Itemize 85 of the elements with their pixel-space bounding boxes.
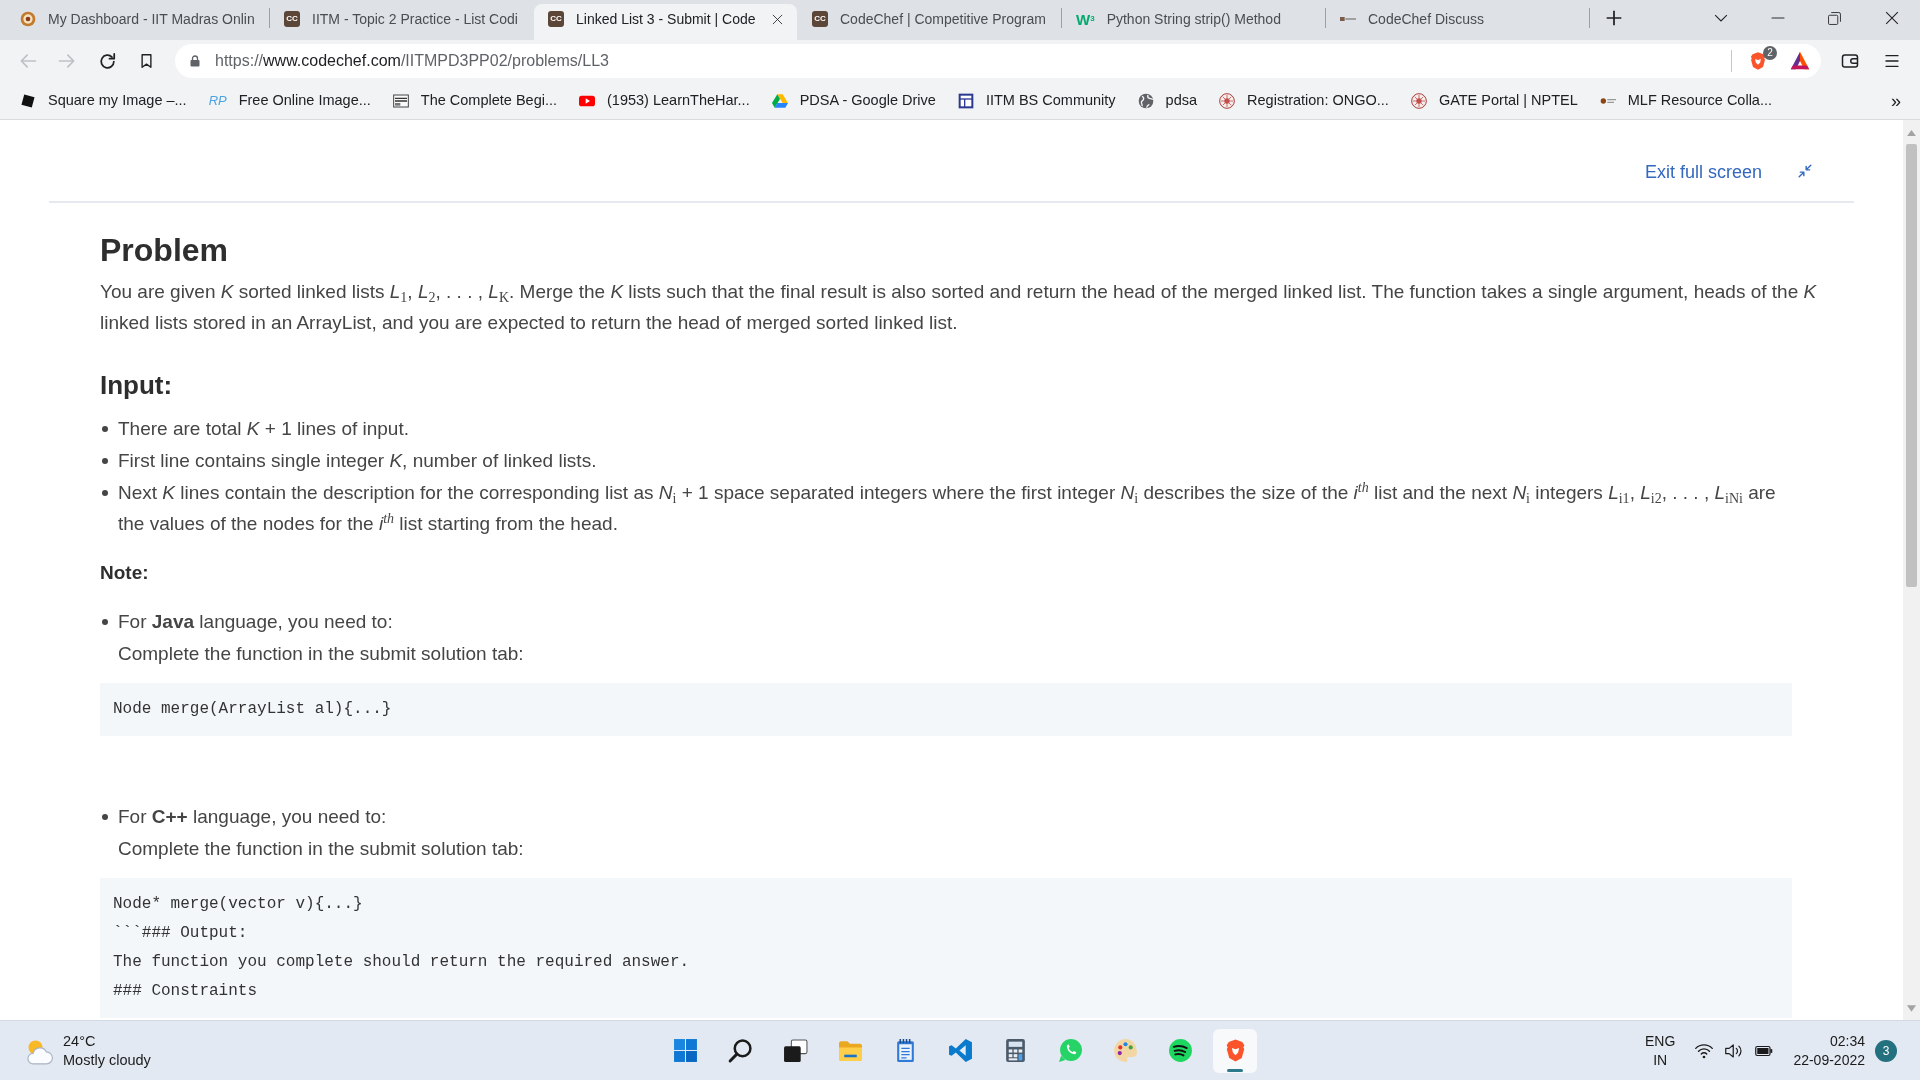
triangle-logo-icon [771, 92, 788, 109]
menu-icon[interactable] [1883, 53, 1901, 69]
more-bookmarks-button[interactable]: » [1891, 91, 1901, 110]
bookmark-item[interactable]: GATE Portal | NPTEL [1410, 86, 1578, 115]
code-line: ### Constraints [113, 981, 258, 1002]
search-icon [727, 1038, 753, 1063]
reload-icon[interactable] [98, 51, 117, 71]
bookmark-item[interactable]: PDSA - Google Drive [771, 86, 936, 115]
site-logo: W$^{3}$ [1076, 11, 1095, 27]
code-line: Node* merge(vector v){...} [113, 894, 363, 915]
striped-image-icon [392, 92, 409, 109]
list-item-text: For Java language, you need to: [118, 610, 394, 634]
wifi-icon[interactable] [1695, 1041, 1714, 1060]
scrollbar-thumb[interactable] [1906, 144, 1917, 587]
wallet-icon[interactable] [1840, 52, 1860, 70]
lock-icon [189, 54, 201, 68]
temperature-text: 24°C [63, 1031, 97, 1051]
language-code[interactable]: ENG [1645, 1031, 1676, 1051]
instruction-text: Complete the function in the submit solution tab: [117, 837, 525, 861]
close-icon[interactable] [1884, 11, 1899, 25]
site-logo: RP [208, 94, 227, 107]
bookmark-item[interactable]: Square my Image –... [20, 86, 187, 115]
list-item-text: There are total K + 1 lines of input. [118, 417, 410, 441]
language-region[interactable]: IN [1653, 1050, 1668, 1070]
instruction-text: Complete the function in the submit solution tab: [117, 642, 525, 666]
bookmark-item[interactable]: RP Free Online Image... [208, 86, 371, 115]
ribbon-icon [947, 1038, 973, 1063]
list-item-text: Next K lines contain the description for the corresponding list as N$_{i}$ + 1 space separated integers where the first integer N$_{i}$ describes the size of the i$^{th}$ list and the next N$_{i}$ integers L$_{i1}$, L$_{i2}$, . . . , L$_{iNi}$ are the values of the nodes for the i$^{th}$ list starting from the head. [118, 479, 1777, 536]
list-item-text: For C++ language, you need to: [118, 805, 388, 829]
clock-date[interactable]: 22-09-2022 [1793, 1050, 1865, 1070]
list-item-text: First line contains single integer K, number of linked lists. [118, 449, 598, 473]
clock-time[interactable]: 02:34 [1829, 1031, 1865, 1051]
bookmark-item[interactable]: Registration: ONGO... [1219, 86, 1389, 115]
code-line: ```### Output: [113, 923, 248, 944]
emblem-icon [1219, 92, 1236, 109]
exit-fullscreen-link[interactable]: Exit full screen [1644, 160, 1762, 184]
code-line: Node merge(ArrayList al){...} [113, 699, 392, 720]
notification-badge[interactable]: 3 [1875, 1039, 1897, 1062]
browser-tab[interactable]: CC CodeChef | Competitive Program [798, 4, 1061, 40]
site-logo: CC [548, 11, 564, 27]
active-indicator [1227, 1068, 1243, 1072]
palette-icon [1112, 1038, 1138, 1063]
bullet-icon [102, 490, 108, 496]
overlapping-squares-icon [782, 1038, 808, 1063]
folder-icon [837, 1038, 863, 1063]
browser-tab[interactable]: CC IITM - Topic 2 Practice - List Codi [270, 4, 533, 40]
bookmark-item[interactable]: pdsa [1137, 86, 1198, 115]
code-line: The function you complete should return the required answer. [113, 952, 690, 973]
emblem-icon [1410, 92, 1427, 109]
browser-tab[interactable]: CodeChef Discuss [1326, 4, 1589, 40]
bookmark-item[interactable]: The Complete Begi... [392, 86, 557, 115]
browser-tab[interactable]: My Dashboard - IIT Madras Onlin [6, 4, 269, 40]
triangle-logo-icon[interactable] [1790, 51, 1810, 71]
section-heading: Problem [100, 231, 230, 270]
bullet-icon [102, 814, 108, 820]
site-logo: CC [284, 11, 300, 27]
globe-icon [1137, 92, 1154, 109]
bullet-icon [102, 426, 108, 432]
grid-icon [957, 92, 974, 109]
close-tab-icon[interactable] [772, 13, 783, 25]
tiles-icon [672, 1038, 698, 1063]
emblem-icon [20, 11, 36, 27]
speaker-icon[interactable] [1725, 1041, 1744, 1060]
count-badge: 2 [1763, 46, 1777, 60]
section-heading: Input: [100, 369, 174, 401]
address-bar[interactable]: https://www.codechef.com/IITMPD3PP02/problems/LL3 2 [175, 44, 1821, 78]
url-text[interactable]: https://www.codechef.com/IITMPD3PP02/problems/LL3 [215, 49, 609, 73]
new-tab-icon[interactable] [1606, 10, 1622, 26]
lion-shield-icon[interactable] [1748, 50, 1768, 72]
bookmark-icon[interactable] [139, 52, 154, 70]
bookmark-item[interactable]: (1953) LearnTheHar... [579, 86, 750, 115]
browser-tab[interactable]: W$^{3}$ Python String strip() Method [1062, 4, 1325, 40]
site-logo: CC [812, 11, 828, 27]
browser-tab[interactable]: CC Linked List 3 - Submit | Code [534, 4, 797, 40]
bullet-icon [102, 619, 108, 625]
wave-circle-icon [1167, 1038, 1193, 1063]
exit-fullscreen-icon[interactable] [1798, 164, 1812, 178]
bullet-icon [102, 458, 108, 464]
bookmark-item[interactable]: MLF Resource Colla... [1599, 86, 1772, 115]
problem-statement: You are given K sorted linked lists L$_{1}$, L$_{2}$, . . . , L$_{K}$. Merge the K lists such that the final result is also sorted and return the head of the merged linked list. The function takes a single argument, heads of the K linked lists stored in an ArrayList, and you are expected to return the head of merged sorted linked list. [100, 280, 1818, 335]
weather-text: Mostly cloudy [63, 1050, 151, 1070]
bookmark-item[interactable]: IITM BS Community [957, 86, 1116, 115]
note-heading: Note: [100, 561, 150, 585]
restore-icon[interactable] [1828, 11, 1841, 25]
phone-bubble-icon [1057, 1038, 1083, 1063]
